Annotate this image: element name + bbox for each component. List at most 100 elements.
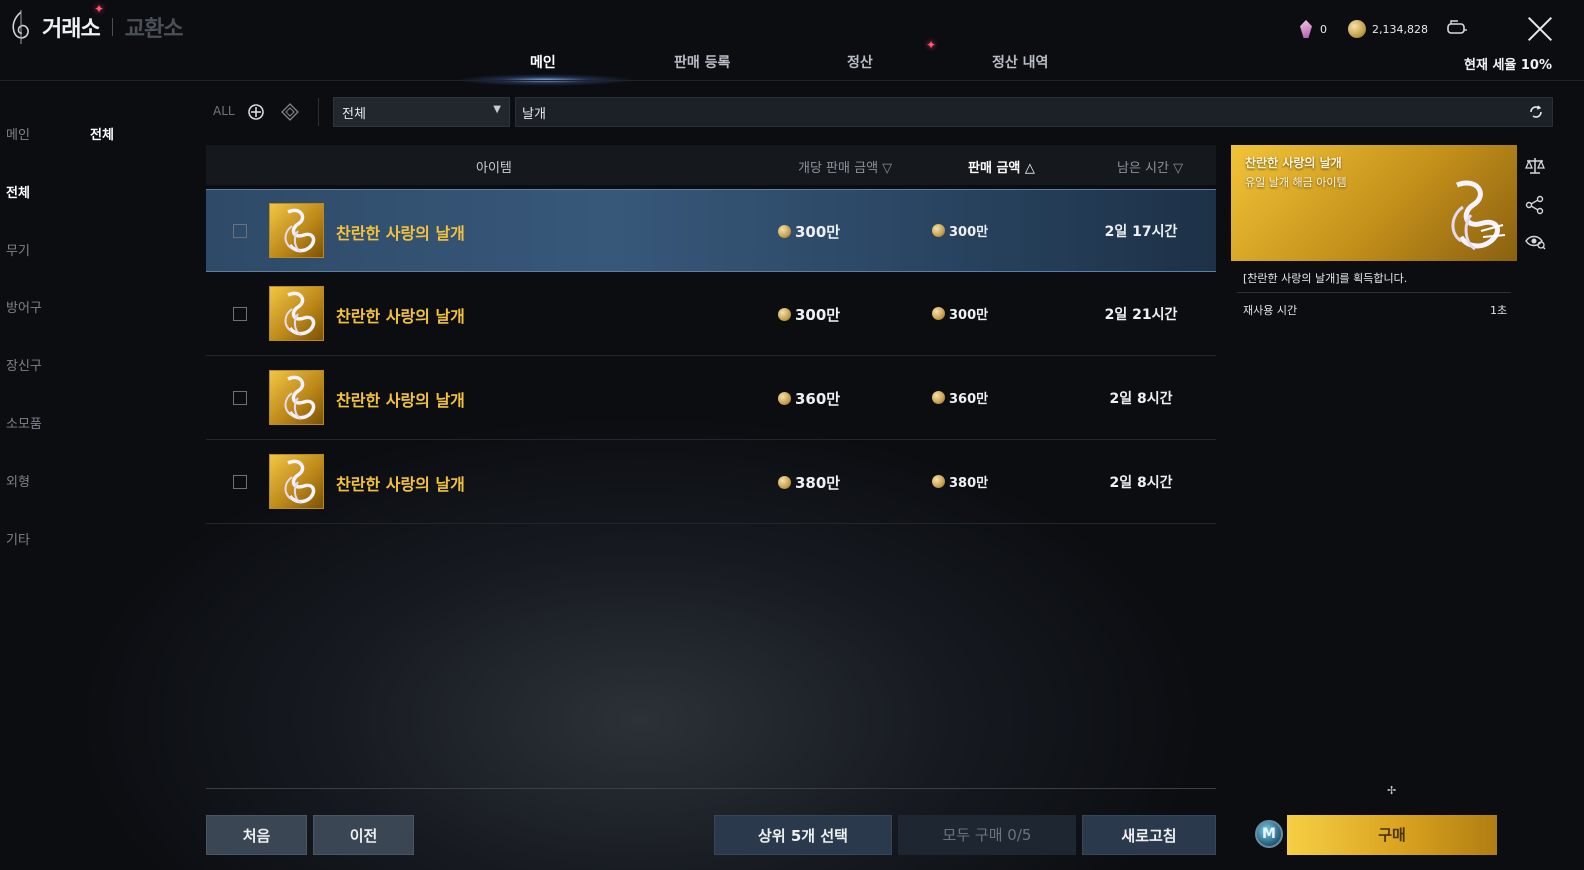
crosshair-filter-icon[interactable] — [247, 103, 265, 121]
filter-all-toggle[interactable]: ALL — [213, 104, 235, 118]
table-row[interactable]: 찬란한 사랑의 날개 300만 300만 2일 21시간 — [206, 273, 1216, 356]
row-checkbox[interactable] — [233, 391, 247, 405]
wing-item-icon — [1451, 180, 1506, 251]
total-price-value: 360만 — [949, 392, 989, 407]
remaining-time: 2일 21시간 — [1104, 307, 1178, 323]
sidebar-item-main[interactable]: 메인 — [6, 124, 30, 143]
sidebar-item-weapon[interactable]: 무기 — [6, 240, 30, 259]
exchange-tab-title[interactable]: 교환소 — [125, 11, 184, 43]
detail-divider — [1237, 292, 1511, 293]
inspect-eye-icon[interactable] — [1524, 231, 1546, 251]
search-input[interactable]: 날개 — [515, 97, 1553, 127]
share-icon[interactable] — [1524, 195, 1546, 215]
close-icon[interactable] — [1527, 16, 1553, 42]
tab-main[interactable]: 메인 — [530, 52, 556, 72]
row-checkbox[interactable] — [233, 475, 247, 489]
column-remaining-label: 남은 시간 — [1117, 161, 1169, 176]
column-unit-price[interactable]: 개당 판매 금액 ▽ — [798, 157, 892, 176]
refresh-icon[interactable] — [1527, 103, 1545, 121]
unit-price: 300만 — [778, 221, 840, 242]
table-header: 아이템 개당 판매 금액 ▽ 판매 금액 △ 남은 시간 ▽ — [206, 145, 1216, 185]
tab-settlement[interactable]: 정산 — [847, 52, 873, 72]
cooldown-label: 재사용 시간 — [1243, 304, 1298, 317]
top-bar: 거래소 교환소 ✦ 메인 판매 등록 정산 ✦ 정산 내역 0 2,134,82… — [0, 0, 1584, 86]
sidebar-item-all[interactable]: 전체 — [6, 182, 30, 201]
gold-coin-icon — [778, 308, 791, 321]
crystal-balance: 0 — [1300, 20, 1327, 38]
sidebar-item-armor[interactable]: 방어구 — [6, 297, 42, 316]
diamond-filter-icon[interactable] — [281, 103, 299, 121]
sidebar-item-consumable[interactable]: 소모품 — [6, 413, 42, 432]
gold-coin-icon — [778, 476, 791, 489]
unit-price: 300만 — [778, 304, 840, 325]
tab-sell-register[interactable]: 판매 등록 — [674, 52, 730, 72]
select-top5-button[interactable]: 상위 5개 선택 — [714, 815, 892, 855]
title-divider — [111, 18, 113, 36]
column-unit-price-label: 개당 판매 금액 — [798, 161, 879, 176]
item-thumbnail — [269, 370, 324, 425]
unit-price: 380만 — [778, 472, 840, 493]
total-price-value: 300만 — [949, 225, 989, 240]
item-name: 찬란한 사랑의 날개 — [336, 391, 465, 410]
total-price-value: 300만 — [949, 308, 989, 323]
row-checkbox[interactable] — [233, 224, 247, 238]
page-title: 거래소 — [42, 17, 101, 42]
column-item[interactable]: 아이템 — [476, 157, 512, 176]
detail-item-name: 찬란한 사랑의 날개 — [1245, 156, 1342, 170]
total-price: 380만 — [932, 472, 988, 491]
column-price-label: 판매 금액 — [968, 161, 1021, 176]
total-price-value: 380만 — [949, 476, 989, 491]
filter-divider — [318, 98, 319, 126]
unit-price-value: 380만 — [795, 474, 841, 492]
unit-price-value: 300만 — [795, 223, 841, 241]
buy-all-button[interactable]: 모두 구매 0/5 — [898, 815, 1076, 855]
list-bottom-divider — [206, 788, 1216, 789]
gold-coin-icon — [932, 475, 945, 488]
tab-settlement-history[interactable]: 정산 내역 — [992, 52, 1048, 72]
sort-down-icon: ▽ — [882, 161, 893, 176]
detail-item-grade: 유일 날개 해금 아이템 — [1245, 176, 1347, 189]
item-name: 찬란한 사랑의 날개 — [336, 307, 465, 326]
active-tab-glow — [455, 74, 635, 86]
sparkle-icon: ✦ — [926, 38, 937, 52]
wing-item-icon — [284, 208, 316, 253]
detail-description: [찬란한 사랑의 날개]를 획득합니다. — [1243, 272, 1408, 285]
column-remaining-time[interactable]: 남은 시간 ▽ — [1117, 157, 1183, 176]
remaining-time: 2일 8시간 — [1109, 391, 1173, 407]
first-page-button[interactable]: 처음 — [206, 815, 307, 855]
mailbox-icon[interactable] — [1446, 19, 1468, 37]
prev-page-button[interactable]: 이전 — [313, 815, 414, 855]
total-price: 300만 — [932, 221, 988, 240]
item-name: 찬란한 사랑의 날개 — [336, 475, 465, 494]
table-row[interactable]: 찬란한 사랑의 날개 380만 380만 2일 8시간 — [206, 441, 1216, 524]
sidebar-item-etc[interactable]: 기타 — [6, 529, 30, 548]
gold-coin-icon — [1348, 20, 1366, 38]
sort-down-icon: ▽ — [1173, 161, 1184, 176]
remaining-time: 2일 8시간 — [1109, 475, 1173, 491]
item-detail-card: 찬란한 사랑의 날개 유일 날개 해금 아이템 — [1231, 145, 1517, 261]
wing-item-icon — [284, 291, 316, 336]
dropdown-value: 전체 — [342, 107, 366, 122]
category-dropdown[interactable]: 전체 ▼ — [333, 97, 510, 127]
gold-amount: 2,134,828 — [1372, 22, 1428, 36]
currency-m-icon: M — [1255, 820, 1283, 848]
gold-balance: 2,134,828 — [1348, 20, 1428, 38]
search-value: 날개 — [522, 107, 546, 122]
compare-scale-icon[interactable] — [1524, 156, 1546, 176]
table-row[interactable]: 찬란한 사랑의 날개 360만 360만 2일 8시간 — [206, 357, 1216, 440]
exchange-logo-icon — [12, 10, 29, 44]
subcategory-all[interactable]: 전체 — [90, 124, 114, 143]
total-price: 360만 — [932, 388, 988, 407]
expand-down-icon[interactable]: ✢ — [1387, 784, 1396, 797]
item-name: 찬란한 사랑의 날개 — [336, 224, 465, 243]
gold-coin-icon — [778, 392, 791, 405]
buy-button[interactable]: 구매 — [1287, 815, 1497, 855]
column-price[interactable]: 판매 금액 △ — [968, 157, 1035, 176]
sidebar-item-appearance[interactable]: 외형 — [6, 471, 30, 490]
unit-price-value: 360만 — [795, 390, 841, 408]
sidebar-item-accessory[interactable]: 장신구 — [6, 355, 42, 374]
table-row[interactable]: 찬란한 사랑의 날개 300만 300만 2일 17시간 — [206, 189, 1216, 272]
row-checkbox[interactable] — [233, 307, 247, 321]
refresh-button[interactable]: 새로고침 — [1082, 815, 1216, 855]
gold-coin-icon — [932, 391, 945, 404]
